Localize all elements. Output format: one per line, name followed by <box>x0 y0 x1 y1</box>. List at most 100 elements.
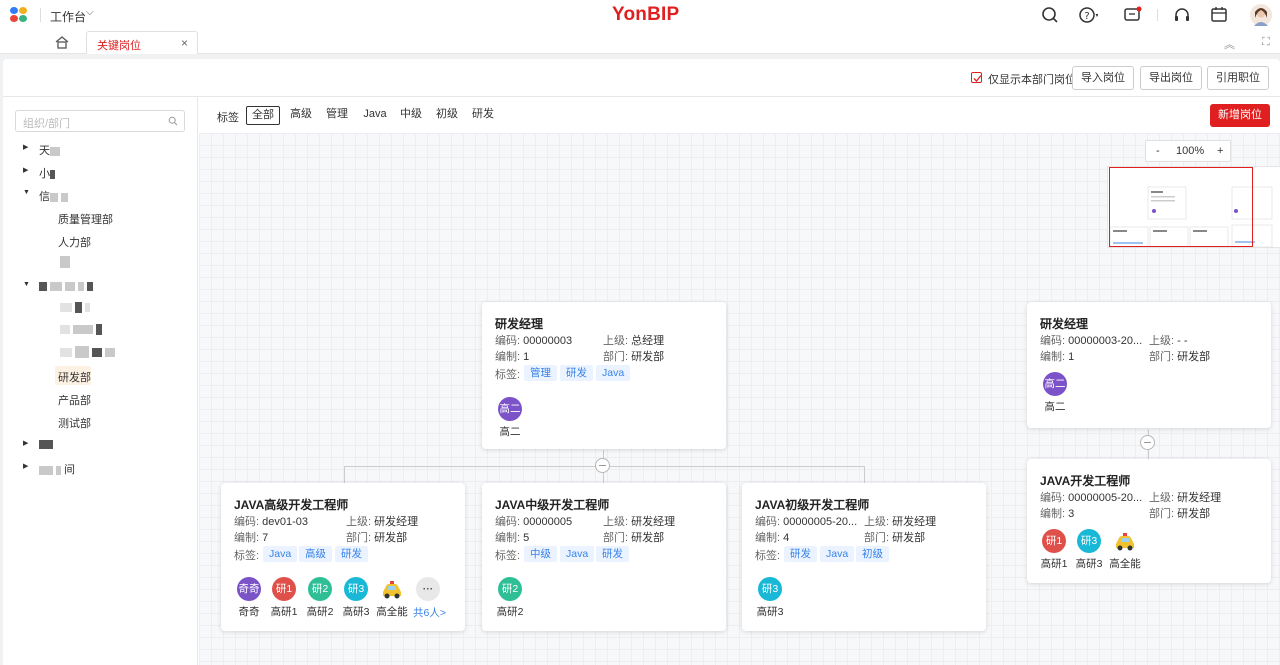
position-card[interactable]: JAVA初级开发工程师 编码: 00000005-20... 上级: 研发经理 … <box>742 483 986 631</box>
headset-icon[interactable] <box>1172 5 1192 25</box>
tree-item[interactable]: 产品部 <box>3 389 198 409</box>
only-dept-label[interactable]: 仅显示本部门岗位 <box>988 71 1076 87</box>
expand-arrow-icon[interactable]: ▶ <box>23 166 28 174</box>
close-icon[interactable]: × <box>181 36 188 50</box>
position-card[interactable]: 研发经理 编码: 00000003-20... 上级: - - 编制: 1 部门… <box>1027 302 1271 428</box>
workbench-menu[interactable]: 工作台 <box>50 8 86 25</box>
member[interactable]: 研3 高研3 <box>1071 529 1107 571</box>
collapse-up-icon[interactable]: ︽ <box>1224 36 1235 52</box>
member[interactable]: 研1 高研1 <box>266 577 302 619</box>
export-positions-button[interactable]: 导出岗位 <box>1140 66 1202 90</box>
member[interactable]: 高全能 <box>374 577 410 619</box>
only-dept-checkbox[interactable] <box>971 72 982 83</box>
field-value: 研发部 <box>374 532 408 544</box>
field-value: 1 <box>1068 351 1075 363</box>
tree-item[interactable]: 质量管理部 <box>3 208 198 228</box>
app-grid-icon[interactable] <box>10 7 28 23</box>
member[interactable]: 高全能 <box>1107 529 1143 571</box>
collapse-node-icon[interactable] <box>595 458 610 473</box>
tree-item[interactable]: ▼ 信 <box>3 185 198 205</box>
position-code: 编码: 00000003 <box>495 332 572 348</box>
tree-item-label: 产品部 <box>58 395 91 407</box>
member[interactable]: 高二 高二 <box>492 397 528 439</box>
expand-arrow-icon[interactable]: ▶ <box>23 462 28 470</box>
member-avatar: 奇奇 <box>237 577 261 601</box>
tab-key-positions[interactable]: 关键岗位 × <box>86 31 198 54</box>
chevron-down-icon[interactable]: ⌵ <box>86 7 94 18</box>
field-label: 编码: <box>1040 335 1066 347</box>
filter-tag-java[interactable]: Java <box>361 106 389 125</box>
tree-item-rd[interactable]: 研发部 <box>3 366 198 386</box>
member-name: 高研2 <box>306 606 334 618</box>
reference-job-button[interactable]: 引用职位 <box>1207 66 1269 90</box>
zoom-out-button[interactable]: - <box>1156 145 1160 157</box>
field-value: 研发经理 <box>374 516 419 528</box>
tree-item-blurred[interactable]: ▼ <box>3 277 198 297</box>
collapse-node-icon[interactable] <box>1140 435 1155 450</box>
position-card[interactable]: JAVA高级开发工程师 编码: dev01-03 上级: 研发经理 编制: 7 … <box>221 483 465 631</box>
filter-tag-all[interactable]: 全部 <box>246 106 280 125</box>
field-label: 编码: <box>755 516 781 528</box>
zoom-in-button[interactable]: + <box>1217 145 1223 157</box>
member[interactable]: 研2 高研2 <box>302 577 338 619</box>
help-icon[interactable]: ? ▾ <box>1078 5 1098 25</box>
position-parent: 上级: 总经理 <box>603 332 664 348</box>
expand-arrow-icon[interactable]: ▶ <box>23 439 28 447</box>
filter-tag-intermediate[interactable]: 中级 <box>399 106 423 125</box>
filter-tag-management[interactable]: 管理 <box>325 106 349 125</box>
expand-arrow-icon[interactable]: ▶ <box>23 143 28 151</box>
tree-item-blurred[interactable] <box>3 253 198 273</box>
field-label: 编制: <box>234 532 260 544</box>
home-icon[interactable] <box>54 34 70 50</box>
calendar-icon[interactable] <box>1209 5 1229 25</box>
collapse-arrow-icon[interactable]: ▼ <box>23 281 30 288</box>
tree-item[interactable]: 人力部 <box>3 231 198 251</box>
avatar[interactable] <box>1250 4 1272 26</box>
position-parent: 上级: 研发经理 <box>346 513 418 529</box>
position-card[interactable]: 研发经理 编码: 00000003 上级: 总经理 编制: 1 部门: 研发部 … <box>482 302 726 449</box>
member[interactable]: 高二 高二 <box>1037 372 1073 414</box>
member[interactable]: 研1 高研1 <box>1036 529 1072 571</box>
member-count-link[interactable]: 共6人> <box>413 605 446 620</box>
member[interactable]: 研3 高研3 <box>338 577 374 619</box>
filter-tag-senior[interactable]: 高级 <box>289 106 313 125</box>
member-name: 高研2 <box>496 606 524 618</box>
position-card[interactable]: JAVA中级开发工程师 编码: 00000005 上级: 研发经理 编制: 5 … <box>482 483 726 631</box>
tree-item[interactable]: ▶ 天 <box>3 139 198 159</box>
minimap[interactable] <box>1107 166 1280 248</box>
tree-item-blurred[interactable] <box>3 343 198 363</box>
search-icon[interactable] <box>1040 5 1060 25</box>
filter-tag-junior[interactable]: 初级 <box>435 106 459 125</box>
fullscreen-icon[interactable]: ⛶ <box>1262 36 1270 49</box>
filter-tag-rd[interactable]: 研发 <box>471 106 495 125</box>
tree-item-blurred[interactable]: ▶ <box>3 435 198 455</box>
member-more[interactable]: ··· <box>410 577 446 601</box>
tree-item[interactable]: ▶ 小 <box>3 162 198 182</box>
field-label: 编制: <box>755 532 781 544</box>
add-position-button[interactable]: 新增岗位 <box>1210 104 1270 127</box>
member[interactable]: 研2 高研2 <box>492 577 528 619</box>
org-search-input[interactable]: 组织/部门 <box>15 110 185 132</box>
field-label: 上级: <box>1149 492 1175 504</box>
message-icon[interactable] <box>1123 5 1143 25</box>
field-label: 编码: <box>495 516 521 528</box>
member[interactable]: 奇奇 奇奇 <box>231 577 267 619</box>
tree-item[interactable]: ▶ 间 <box>3 458 198 478</box>
org-chart-canvas[interactable]: - 100% + 研发经理 编码: 00000003 上级: 总经理 编制: 1… <box>199 133 1280 665</box>
search-icon[interactable] <box>168 116 178 126</box>
member[interactable]: 研3 高研3 <box>752 577 788 619</box>
minimap-viewport[interactable] <box>1109 167 1253 247</box>
member-name: 奇奇 <box>238 606 260 618</box>
tree-item[interactable]: 测试部 <box>3 412 198 432</box>
brand-logo: YonBIP <box>612 4 680 25</box>
member-avatar: 研3 <box>758 577 782 601</box>
position-staffing: 编制: 3 <box>1040 505 1074 521</box>
more-icon[interactable]: ··· <box>416 577 440 601</box>
tree-item-blurred[interactable] <box>3 320 198 340</box>
member-avatar: 研3 <box>1077 529 1101 553</box>
import-positions-button[interactable]: 导入岗位 <box>1072 66 1134 90</box>
position-card[interactable]: JAVA开发工程师 编码: 00000005-20... 上级: 研发经理 编制… <box>1027 459 1271 583</box>
field-value: 研发部 <box>631 532 665 544</box>
tree-item-blurred[interactable] <box>3 298 198 318</box>
collapse-arrow-icon[interactable]: ▼ <box>23 189 30 196</box>
